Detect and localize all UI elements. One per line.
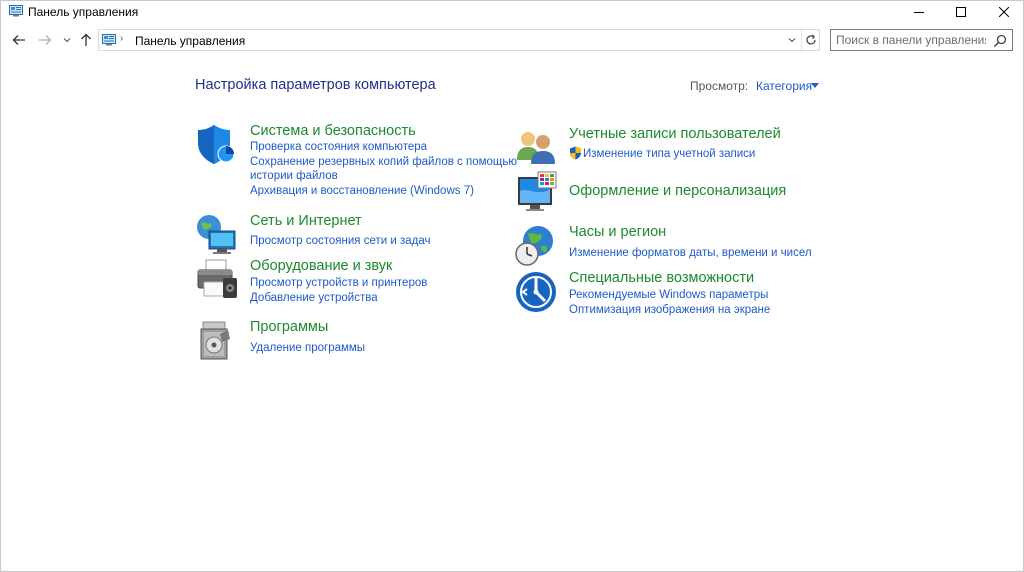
link-optimize-display[interactable]: Оптимизация изображения на экране xyxy=(569,303,770,318)
clock-region-title[interactable]: Часы и регион xyxy=(569,224,666,240)
title-bar: Панель управления xyxy=(1,1,1023,23)
appearance-monitor-icon[interactable] xyxy=(514,171,558,215)
link-backup-restore[interactable]: Архивация и восстановление (Windows 7) xyxy=(250,184,474,199)
clock-globe-icon[interactable] xyxy=(514,224,558,268)
up-button[interactable] xyxy=(77,28,95,52)
maximize-icon xyxy=(955,7,966,17)
programs-icon[interactable] xyxy=(195,319,239,363)
link-devices-printers[interactable]: Просмотр устройств и принтеров xyxy=(250,276,427,291)
network-title[interactable]: Сеть и Интернет xyxy=(250,213,362,229)
link-file-history-backup[interactable]: Сохранение резервных копий файлов с помо… xyxy=(250,155,517,170)
link-check-computer-status[interactable]: Проверка состояния компьютера xyxy=(250,140,427,155)
link-change-date-formats[interactable]: Изменение форматов даты, времени и чисел xyxy=(569,246,812,261)
address-history-button[interactable] xyxy=(784,30,800,50)
link-uninstall-program[interactable]: Удаление программы xyxy=(250,341,365,356)
breadcrumb-control-panel[interactable]: Панель управления xyxy=(135,34,245,48)
chevron-down-icon xyxy=(788,38,796,43)
search-input[interactable] xyxy=(836,32,986,48)
search-icon[interactable] xyxy=(993,34,1007,48)
hardware-sound-title[interactable]: Оборудование и звук xyxy=(250,258,392,274)
minimize-icon xyxy=(913,12,924,13)
programs-title[interactable]: Программы xyxy=(250,319,328,335)
link-recommended-settings[interactable]: Рекомендуемые Windows параметры xyxy=(569,288,768,303)
arrow-left-icon xyxy=(12,35,25,45)
link-add-device[interactable]: Добавление устройства xyxy=(250,291,378,306)
chevron-down-icon xyxy=(63,38,71,43)
control-panel-icon xyxy=(9,5,23,17)
refresh-button[interactable] xyxy=(801,30,819,50)
arrow-right-icon xyxy=(39,35,52,45)
link-file-history-backup-cont[interactable]: истории файлов xyxy=(250,169,338,184)
view-by-dropdown[interactable]: Категория xyxy=(756,79,812,93)
back-button[interactable] xyxy=(9,28,29,52)
search-box[interactable] xyxy=(830,29,1013,51)
window-title: Панель управления xyxy=(28,5,139,19)
arrow-up-icon xyxy=(81,33,91,46)
link-network-status[interactable]: Просмотр состояния сети и задач xyxy=(250,234,430,249)
recent-locations-button[interactable] xyxy=(60,28,74,52)
close-button[interactable] xyxy=(981,1,1024,23)
link-change-account-type[interactable]: Изменение типа учетной записи xyxy=(583,147,755,162)
ease-of-access-icon[interactable] xyxy=(514,270,558,314)
network-globe-icon[interactable] xyxy=(195,213,239,257)
printer-icon[interactable] xyxy=(195,258,239,302)
shield-icon[interactable] xyxy=(195,123,239,167)
maximize-button[interactable] xyxy=(938,1,983,23)
view-by-label: Просмотр: xyxy=(690,79,749,93)
control-panel-window: Панель управления › Панель управления По… xyxy=(0,0,1024,572)
users-icon[interactable] xyxy=(514,126,558,170)
forward-button[interactable] xyxy=(35,28,55,52)
caret-down-icon[interactable] xyxy=(811,83,819,88)
page-title: Настройка параметров компьютера xyxy=(195,77,436,93)
appearance-title[interactable]: Оформление и персонализация xyxy=(569,183,786,199)
system-security-title[interactable]: Система и безопасность xyxy=(250,123,416,139)
close-icon xyxy=(998,7,1009,17)
uac-shield-icon xyxy=(570,146,581,160)
minimize-button[interactable] xyxy=(896,1,941,23)
refresh-icon xyxy=(805,34,816,45)
user-accounts-title[interactable]: Учетные записи пользователей xyxy=(569,126,781,142)
address-bar[interactable]: › Панель управления xyxy=(98,29,820,51)
breadcrumb-separator[interactable]: › xyxy=(120,33,123,44)
ease-of-access-title[interactable]: Специальные возможности xyxy=(569,270,754,286)
navigation-bar: › Панель управления xyxy=(1,28,1023,52)
control-panel-icon xyxy=(102,34,116,46)
